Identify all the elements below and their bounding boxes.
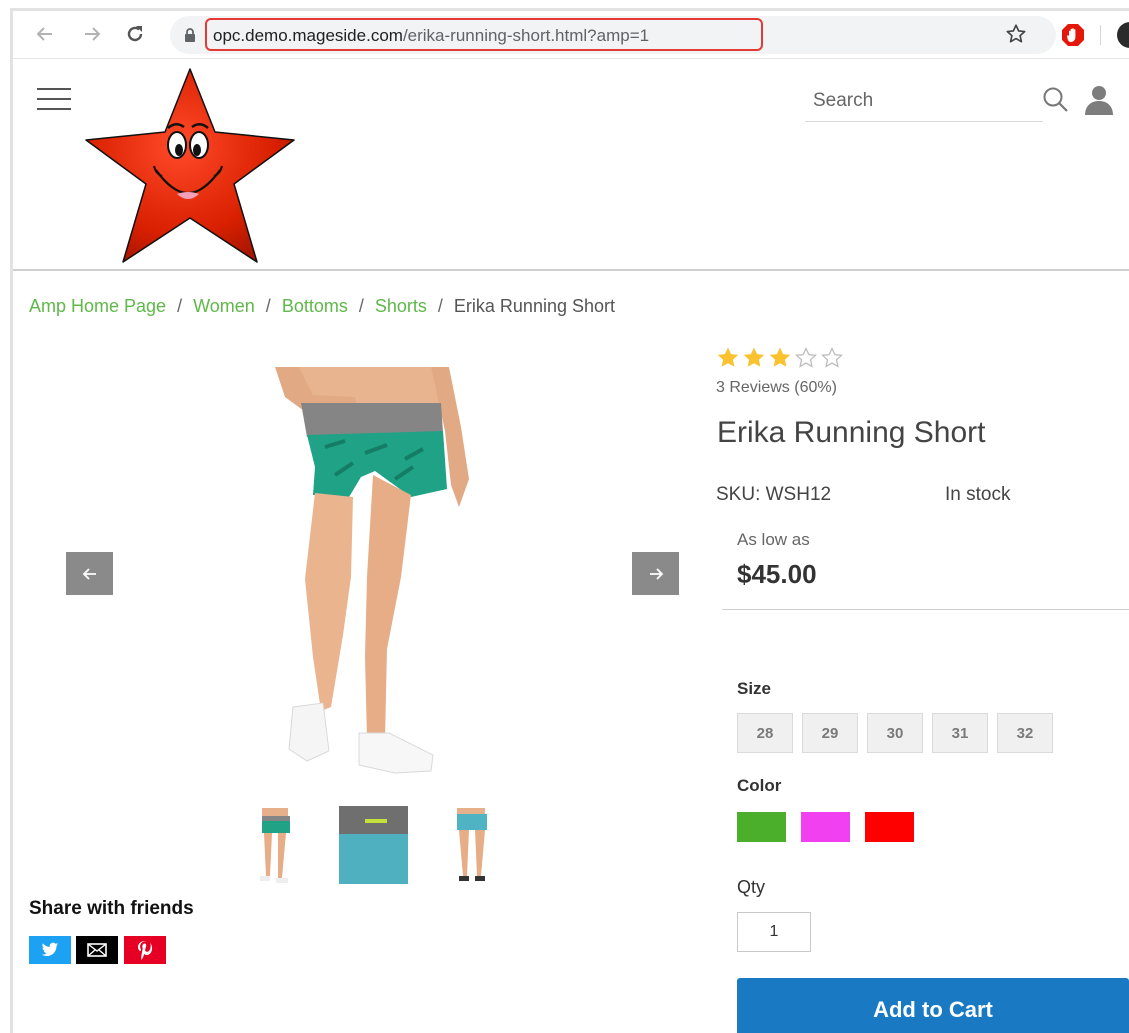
star-filled-icon bbox=[717, 347, 739, 367]
stop-sign-icon[interactable] bbox=[1060, 22, 1086, 53]
gallery-thumbnail[interactable] bbox=[252, 806, 296, 886]
color-swatch-magenta[interactable] bbox=[801, 812, 850, 842]
gallery-thumbnail[interactable] bbox=[339, 806, 408, 884]
back-arrow-icon[interactable] bbox=[32, 21, 58, 47]
search-box bbox=[805, 82, 1043, 122]
lock-icon bbox=[184, 28, 196, 47]
user-icon[interactable] bbox=[1083, 84, 1115, 121]
url-host: opc.demo.mageside.com bbox=[213, 26, 403, 45]
site-logo[interactable] bbox=[84, 66, 296, 264]
search-icon[interactable] bbox=[1042, 86, 1070, 119]
breadcrumb: Amp Home Page / Women / Bottoms / Shorts / Erika… bbox=[29, 296, 615, 320]
share-twitter-button[interactable] bbox=[29, 936, 71, 964]
star-outline-icon[interactable] bbox=[1005, 23, 1027, 50]
breadcrumb-separator: / bbox=[358, 296, 364, 316]
breadcrumb-current: Erika Running Short bbox=[453, 296, 615, 316]
hamburger-icon[interactable] bbox=[37, 88, 71, 112]
gallery-next-button[interactable] bbox=[632, 552, 679, 595]
color-swatch-red[interactable] bbox=[865, 812, 914, 842]
add-to-cart-button[interactable]: Add to Cart bbox=[737, 978, 1129, 1033]
gallery-thumbnail[interactable] bbox=[449, 806, 493, 884]
rating-stars[interactable] bbox=[716, 346, 844, 374]
breadcrumb-separator: / bbox=[265, 296, 271, 316]
stock-status: In stock bbox=[945, 484, 1011, 505]
size-swatch-31[interactable]: 31 bbox=[932, 713, 988, 753]
product-main-image[interactable] bbox=[255, 367, 477, 777]
reviews-link[interactable]: 3 Reviews (60%) bbox=[716, 379, 837, 397]
product-title: Erika Running Short bbox=[717, 416, 986, 449]
forward-arrow-icon[interactable] bbox=[79, 21, 105, 47]
search-input[interactable] bbox=[813, 86, 1041, 116]
breadcrumb-separator: / bbox=[177, 296, 183, 316]
size-swatch-30[interactable]: 30 bbox=[867, 713, 923, 753]
reload-icon[interactable] bbox=[122, 21, 148, 47]
breadcrumb-link-home[interactable]: Amp Home Page bbox=[29, 296, 166, 316]
gallery-prev-button[interactable] bbox=[66, 552, 113, 595]
size-swatch-29[interactable]: 29 bbox=[802, 713, 858, 753]
breadcrumb-link-shorts[interactable]: Shorts bbox=[375, 296, 427, 316]
pinterest-icon bbox=[138, 941, 153, 960]
breadcrumb-link-bottoms[interactable]: Bottoms bbox=[282, 296, 348, 316]
price-label: As low as bbox=[737, 530, 810, 549]
star-filled-icon bbox=[769, 347, 791, 367]
email-icon bbox=[87, 943, 107, 957]
toolbar-divider bbox=[1100, 25, 1101, 45]
address-bar[interactable]: opc.demo.mageside.com/erika-running-shor… bbox=[170, 16, 1056, 54]
size-label: Size bbox=[737, 679, 772, 698]
size-swatch-32[interactable]: 32 bbox=[997, 713, 1053, 753]
header-divider bbox=[13, 269, 1129, 271]
color-swatch-green[interactable] bbox=[737, 812, 786, 842]
share-pinterest-button[interactable] bbox=[124, 936, 166, 964]
arrow-left-icon bbox=[82, 567, 96, 580]
url-path: /erika-running-short.html?amp=1 bbox=[402, 26, 650, 45]
product-price: $45.00 bbox=[737, 559, 817, 589]
star-empty-icon bbox=[820, 346, 844, 368]
browser-toolbar: opc.demo.mageside.com/erika-running-shor… bbox=[13, 11, 1129, 59]
price-divider bbox=[722, 609, 1129, 610]
color-label: Color bbox=[737, 776, 782, 795]
breadcrumb-separator: / bbox=[437, 296, 443, 316]
star-empty-icon bbox=[794, 346, 818, 368]
star-filled-icon bbox=[743, 347, 765, 367]
share-email-button[interactable] bbox=[76, 936, 118, 964]
product-sku: SKU: WSH12 bbox=[716, 484, 832, 505]
twitter-icon bbox=[41, 942, 59, 957]
qty-input[interactable] bbox=[737, 912, 811, 952]
arrow-right-icon bbox=[649, 567, 663, 580]
qty-label: Qty bbox=[737, 877, 766, 897]
share-title: Share with friends bbox=[29, 898, 194, 919]
size-swatch-28[interactable]: 28 bbox=[737, 713, 793, 753]
avatar-icon[interactable] bbox=[1117, 22, 1129, 48]
url-text[interactable]: opc.demo.mageside.com/erika-running-shor… bbox=[205, 18, 763, 51]
breadcrumb-link-women[interactable]: Women bbox=[193, 296, 255, 316]
